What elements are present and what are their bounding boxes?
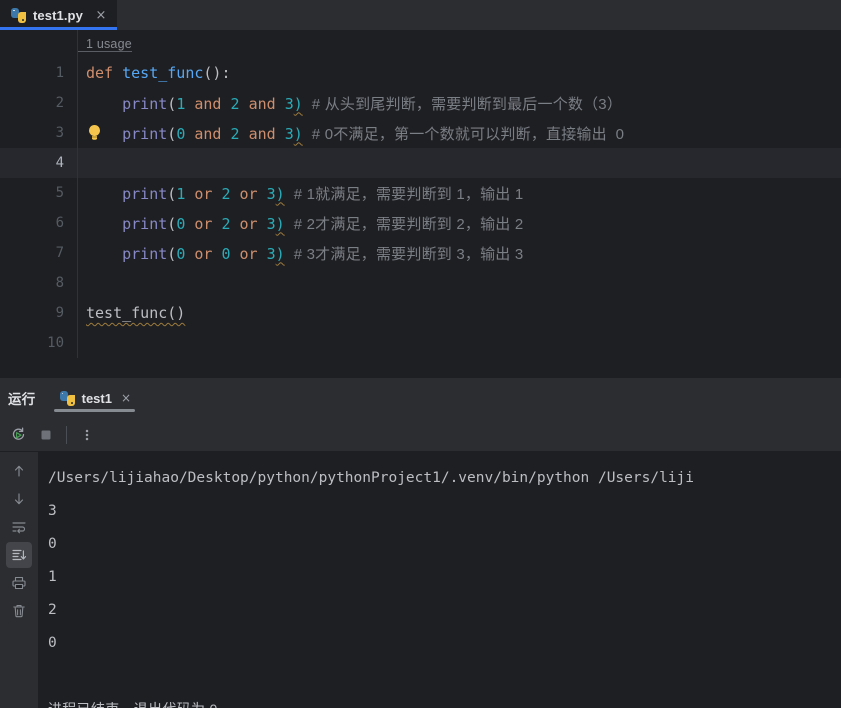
line-number: 1: [55, 65, 64, 81]
close-icon[interactable]: ×: [121, 391, 131, 405]
comment: # 1就满足，需要判断到 1，输出 1: [293, 185, 524, 203]
stop-button[interactable]: [32, 421, 60, 449]
comment: # 2才满足，需要判断到 2，输出 2: [293, 215, 524, 233]
code-text: print(1 or 2 or 3) # 1就满足，需要判断到 1，输出 1: [122, 184, 524, 203]
line-number: 2: [55, 95, 64, 111]
code-line: 2 print(1 and 2 and 3) # 从头到尾判断，需要判断到最后一…: [0, 88, 841, 118]
code-text: print(0 and 2 and 3) # 0不满足，第一个数就可以判断，直接…: [122, 124, 625, 143]
gutter[interactable]: 8: [0, 268, 78, 298]
line-number: 6: [55, 215, 64, 231]
line-number: 5: [55, 185, 64, 201]
console-area: /Users/lijiahao/Desktop/python/pythonPro…: [0, 452, 841, 708]
line-number: 8: [55, 275, 64, 291]
builtin-print: print: [122, 124, 168, 143]
scroll-down-button[interactable]: [6, 486, 32, 512]
more-options-button[interactable]: [73, 421, 101, 449]
code-line: 3 print(0 and 2 and 3) # 0不满足，第一个数就可以判断，…: [0, 118, 841, 148]
console-exit-message: 进程已结束，退出代码为 0: [48, 693, 841, 708]
function-call: test_func(): [86, 304, 186, 322]
editor-tab-test1py[interactable]: test1.py ×: [0, 0, 117, 30]
ide-window: test1.py × 1 usage 1 def test_func(): 2 …: [0, 0, 841, 708]
run-window-header: 运行 test1 ×: [0, 378, 841, 418]
python-file-icon: [11, 7, 26, 23]
tab-bar-empty-space: [116, 0, 841, 30]
code-line: 6 print(0 or 2 or 3) # 2才满足，需要判断到 2，输出 2: [0, 208, 841, 238]
editor-inlay-row: 1 usage: [0, 30, 841, 58]
print-button[interactable]: [6, 570, 32, 596]
comment: # 从头到尾判断，需要判断到最后一个数（3）: [311, 95, 623, 113]
builtin-print: print: [122, 184, 168, 203]
line-number: 4: [55, 155, 64, 171]
gutter[interactable]: 1: [0, 58, 78, 88]
soft-wrap-button[interactable]: [6, 514, 32, 540]
console-output[interactable]: /Users/lijiahao/Desktop/python/pythonPro…: [38, 452, 841, 708]
comment: # 3才满足，需要判断到 3，输出 3: [293, 245, 524, 263]
gutter[interactable]: 5: [0, 178, 78, 208]
run-tab-test1[interactable]: test1 ×: [50, 378, 139, 418]
console-output-line: 0: [48, 536, 57, 552]
console-output-line: 2: [48, 602, 57, 618]
gutter[interactable]: 9: [0, 298, 78, 328]
code-text: test_func(): [78, 304, 185, 322]
console-side-toolbar: [0, 452, 38, 708]
usage-inlay-hint[interactable]: 1 usage: [78, 37, 132, 52]
scroll-up-button[interactable]: [6, 458, 32, 484]
code-line: 9 test_func(): [0, 298, 841, 328]
gutter[interactable]: 6: [0, 208, 78, 238]
gutter[interactable]: 7: [0, 238, 78, 268]
code-text: print(1 and 2 and 3) # 从头到尾判断，需要判断到最后一个数…: [122, 94, 623, 113]
code-editor[interactable]: 1 usage 1 def test_func(): 2 print(1 and…: [0, 30, 841, 378]
console-output-line: 3: [48, 503, 57, 519]
editor-tab-label: test1.py: [33, 7, 83, 23]
function-name: test_func: [122, 64, 204, 82]
gutter[interactable]: 3: [0, 118, 78, 148]
lightbulb-icon[interactable]: [88, 125, 101, 141]
toolbar-divider: [66, 425, 67, 444]
code-line: 8: [0, 268, 841, 298]
active-run-tab-indicator: [53, 409, 136, 412]
keyword-def: def: [86, 64, 114, 82]
run-toolbar: [0, 418, 841, 452]
code-line: 7 print(0 or 0 or 3) # 3才满足，需要判断到 3，输出 3: [0, 238, 841, 268]
python-config-icon: [59, 390, 75, 406]
clear-all-button[interactable]: [6, 598, 32, 624]
console-output-line: 0: [48, 635, 57, 651]
console-output-line: 1: [48, 569, 57, 585]
run-tool-window: 运行 test1 × /Users/lijiahao/Desktop/pytho…: [0, 378, 841, 708]
code-text: print(0 or 2 or 3) # 2才满足，需要判断到 2，输出 2: [122, 214, 524, 233]
line-number: 3: [55, 125, 64, 141]
gutter[interactable]: [0, 30, 78, 58]
rerun-button[interactable]: [4, 421, 32, 449]
builtin-print: print: [122, 244, 168, 263]
console-command: /Users/lijiahao/Desktop/python/pythonPro…: [48, 470, 695, 486]
builtin-print: print: [122, 214, 168, 233]
code-line: 10: [0, 328, 841, 358]
editor-tab-bar: test1.py ×: [0, 0, 841, 30]
run-tab-label: test1: [81, 390, 112, 406]
code-text: def test_func():: [78, 64, 231, 82]
code-text: print(0 or 0 or 3) # 3才满足，需要判断到 3，输出 3: [122, 244, 524, 263]
line-number: 10: [47, 335, 64, 351]
code-line-current: 4: [0, 148, 841, 178]
line-number: 9: [55, 305, 64, 321]
gutter[interactable]: 10: [0, 328, 78, 358]
code-line: 5 print(1 or 2 or 3) # 1就满足，需要判断到 1，输出 1: [0, 178, 841, 208]
code-line: 1 def test_func():: [0, 58, 841, 88]
punctuation: ():: [203, 64, 231, 82]
builtin-print: print: [122, 94, 168, 113]
run-window-title: 运行: [8, 392, 36, 407]
gutter[interactable]: 4: [0, 148, 78, 178]
gutter[interactable]: 2: [0, 88, 78, 118]
close-icon[interactable]: ×: [94, 9, 108, 22]
scroll-to-end-button[interactable]: [6, 542, 32, 568]
comment: # 0不满足，第一个数就可以判断，直接输出 0: [311, 125, 625, 143]
line-number: 7: [55, 245, 64, 261]
